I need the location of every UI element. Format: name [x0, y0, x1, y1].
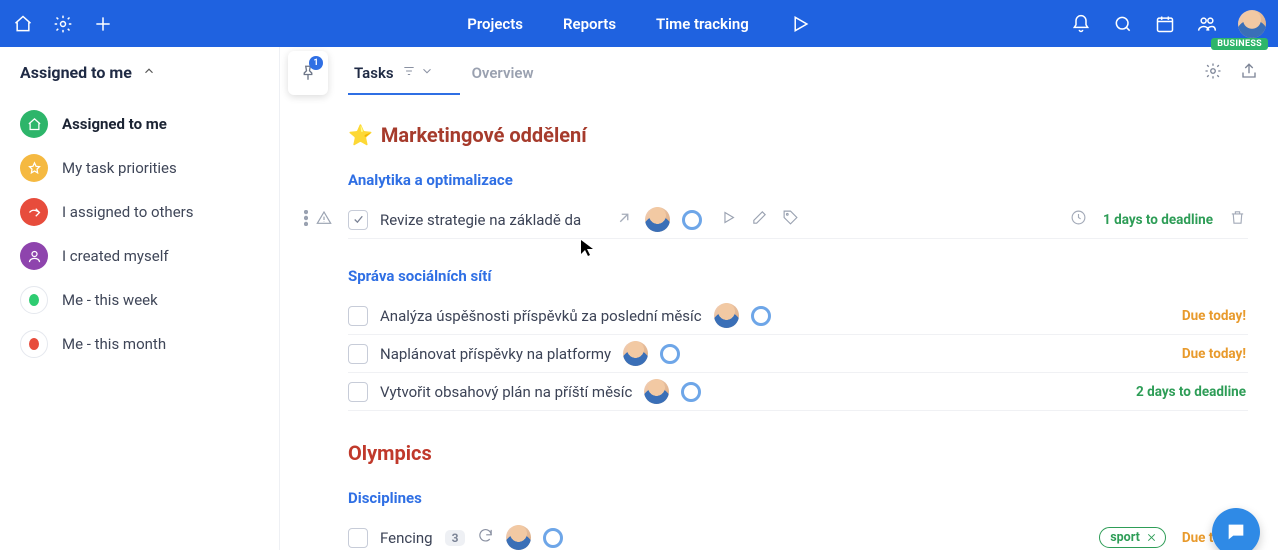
pin-badge: 1 — [309, 56, 323, 70]
task-checkbox[interactable] — [348, 344, 368, 364]
topbar: Projects Reports Time tracking BUSINESS — [0, 0, 1278, 47]
avatar[interactable] — [645, 207, 670, 232]
task-checkbox[interactable] — [348, 210, 368, 230]
status-ring-icon[interactable] — [682, 210, 702, 230]
close-icon[interactable] — [1146, 532, 1157, 543]
tag-sport[interactable]: sport — [1099, 527, 1166, 548]
chevron-down-icon[interactable] — [420, 64, 434, 82]
people-icon[interactable] — [1196, 13, 1218, 35]
sidebar: Assigned to me Assigned to me My task pr… — [0, 47, 280, 550]
sidebar-title: Assigned to me — [20, 63, 132, 82]
task-title: Analýza úspěšnosti příspěvků za poslední… — [380, 307, 702, 325]
home-icon[interactable] — [12, 13, 34, 35]
pin-button[interactable]: 1 — [288, 51, 328, 95]
tag-icon[interactable] — [782, 209, 799, 230]
tab-label: Tasks — [354, 64, 394, 82]
drag-handle-icon[interactable] — [304, 210, 308, 230]
tab-overview[interactable]: Overview — [466, 47, 540, 99]
user-icon — [20, 242, 48, 270]
sidebar-item-my-task-priorities[interactable]: My task priorities — [20, 154, 263, 182]
task-row[interactable]: Analýza úspěšnosti příspěvků za poslední… — [348, 297, 1248, 335]
sidebar-item-label: My task priorities — [62, 159, 177, 177]
sidebar-item-label: Me - this month — [62, 335, 166, 353]
sidebar-item-label: I created myself — [62, 247, 169, 265]
project-header-olympics[interactable]: Olympics — [348, 441, 1248, 465]
status-ring-icon[interactable] — [681, 382, 701, 402]
nav-reports[interactable]: Reports — [563, 15, 616, 33]
trash-icon[interactable] — [1229, 209, 1246, 230]
content: ⭐ Marketingové oddělení Analytika a opti… — [280, 99, 1278, 550]
task-title: Naplánovat příspěvky na platformy — [380, 345, 611, 363]
sidebar-item-label: Me - this week — [62, 291, 158, 309]
task-row[interactable]: Naplánovat příspěvky na platformy Due to… — [348, 335, 1248, 373]
dot-icon — [20, 286, 48, 314]
project-header-marketing[interactable]: ⭐ Marketingové oddělení — [348, 123, 1248, 147]
edit-icon[interactable] — [751, 209, 768, 230]
task-checkbox[interactable] — [348, 382, 368, 402]
bell-icon[interactable] — [1070, 13, 1092, 35]
sidebar-item-me-this-week[interactable]: Me - this week — [20, 286, 263, 314]
tag-label: sport — [1110, 530, 1140, 545]
gear-icon[interactable] — [52, 13, 74, 35]
chat-fab[interactable] — [1212, 508, 1260, 550]
filter-icon[interactable] — [402, 64, 416, 82]
avatar[interactable] — [644, 379, 669, 404]
status-ring-icon[interactable] — [751, 306, 771, 326]
sidebar-item-i-created-myself[interactable]: I created myself — [20, 242, 263, 270]
open-link-icon[interactable] — [615, 209, 633, 231]
share-icon[interactable] — [1240, 62, 1258, 84]
tabsbar: 1 Tasks Overview — [280, 47, 1278, 99]
sidebar-item-me-this-month[interactable]: Me - this month — [20, 330, 263, 358]
task-title: Revize strategie na základě da — [380, 211, 603, 229]
avatar[interactable] — [714, 303, 739, 328]
plus-icon[interactable] — [92, 13, 114, 35]
task-due: 2 days to deadline — [1136, 384, 1246, 400]
dot-icon — [20, 330, 48, 358]
star-icon — [20, 154, 48, 182]
task-row[interactable]: Revize strategie na základě da 1 days to… — [348, 201, 1248, 239]
play-icon[interactable] — [789, 13, 811, 35]
share-icon — [20, 198, 48, 226]
subtask-count: 3 — [445, 530, 466, 546]
project-title: Marketingové oddělení — [381, 123, 587, 147]
task-checkbox[interactable] — [348, 306, 368, 326]
tab-label: Overview — [472, 64, 534, 82]
task-due: Due today! — [1182, 308, 1246, 324]
nav-projects[interactable]: Projects — [467, 15, 523, 33]
task-row[interactable]: Vytvořit obsahový plán na příští měsíc 2… — [348, 373, 1248, 411]
task-row[interactable]: Fencing 3 sport Due today! — [348, 519, 1248, 550]
section-analytics[interactable]: Analytika a optimalizace — [348, 171, 1248, 189]
play-icon[interactable] — [720, 209, 737, 230]
sidebar-item-label: Assigned to me — [62, 115, 167, 133]
warning-icon[interactable] — [316, 210, 332, 230]
task-title: Fencing — [380, 529, 433, 547]
section-disciplines[interactable]: Disciplines — [348, 489, 1248, 507]
nav-time-tracking[interactable]: Time tracking — [656, 15, 749, 33]
sidebar-item-assigned-to-me[interactable]: Assigned to me — [20, 110, 263, 138]
task-due: 1 days to deadline — [1103, 212, 1213, 228]
task-checkbox[interactable] — [348, 528, 368, 548]
calendar-icon[interactable] — [1154, 13, 1176, 35]
task-title: Vytvořit obsahový plán na příští měsíc — [380, 383, 632, 401]
sidebar-header[interactable]: Assigned to me — [20, 63, 263, 82]
status-ring-icon[interactable] — [660, 344, 680, 364]
clock-icon[interactable] — [1070, 209, 1087, 230]
recurring-icon[interactable] — [477, 527, 494, 548]
chevron-up-icon — [142, 63, 156, 82]
gear-icon[interactable] — [1204, 62, 1222, 84]
tab-tasks[interactable]: Tasks — [348, 47, 440, 99]
search-icon[interactable] — [1112, 13, 1134, 35]
main: 1 Tasks Overview ⭐ Marketingové odd — [280, 47, 1278, 550]
avatar[interactable] — [623, 341, 648, 366]
star-icon: ⭐ — [348, 123, 373, 147]
home-icon — [20, 110, 48, 138]
status-ring-icon[interactable] — [543, 528, 563, 548]
sidebar-item-label: I assigned to others — [62, 203, 193, 221]
project-title: Olympics — [348, 441, 432, 465]
avatar[interactable] — [1238, 10, 1266, 38]
section-social[interactable]: Správa sociálních sítí — [348, 267, 1248, 285]
task-due: Due today! — [1182, 346, 1246, 362]
avatar[interactable] — [506, 525, 531, 550]
sidebar-item-i-assigned-to-others[interactable]: I assigned to others — [20, 198, 263, 226]
